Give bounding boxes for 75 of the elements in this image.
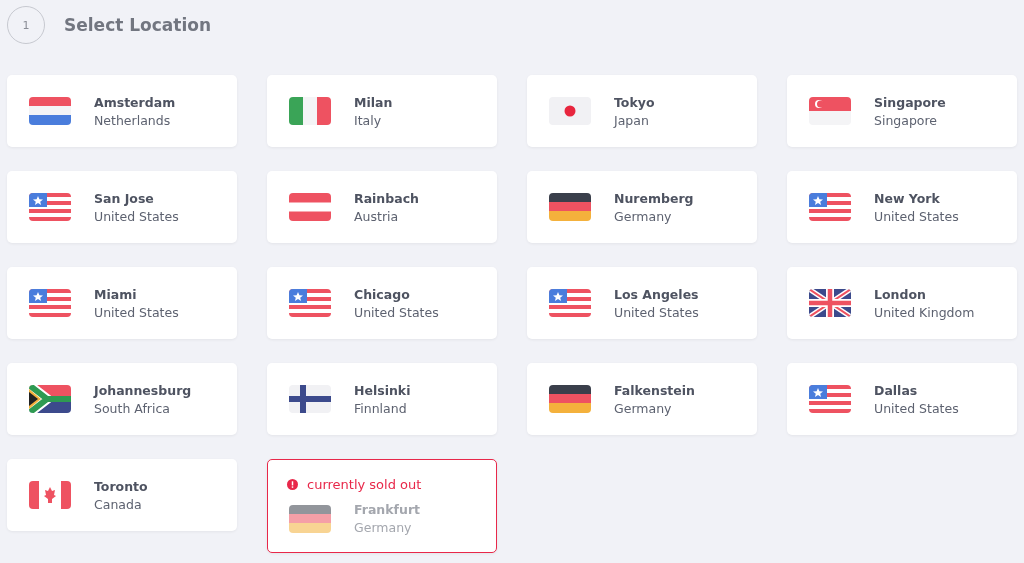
location-card[interactable]: Amsterdam Netherlands xyxy=(7,75,237,147)
flag-icon xyxy=(549,97,591,125)
country-name: United Kingdom xyxy=(874,304,975,320)
city-name: Falkenstein xyxy=(614,382,695,398)
city-name: New York xyxy=(874,190,941,206)
location-card[interactable]: currently sold out Frankfurt Germany xyxy=(267,459,497,553)
country-name: United States xyxy=(354,304,439,320)
sold-out-notice: currently sold out xyxy=(307,477,422,492)
flag-icon xyxy=(809,385,851,413)
city-name: Milan xyxy=(354,94,393,110)
city-name: Dallas xyxy=(874,382,919,398)
flag-icon xyxy=(809,289,851,317)
flag-icon xyxy=(289,385,331,413)
country-name: Italy xyxy=(354,112,383,128)
city-name: Chicago xyxy=(354,286,411,302)
location-card[interactable]: Chicago United States xyxy=(267,267,497,339)
country-name: Japan xyxy=(614,112,650,128)
flag-icon xyxy=(29,289,71,317)
location-card[interactable]: Johannesburg South Africa xyxy=(7,363,237,435)
location-card[interactable]: San Jose United States xyxy=(7,171,237,243)
flag-icon xyxy=(549,289,591,317)
country-name: South Africa xyxy=(94,400,171,416)
location-card[interactable]: Milan Italy xyxy=(267,75,497,147)
city-name: Amsterdam xyxy=(94,94,176,110)
location-card[interactable]: Toronto Canada xyxy=(7,459,237,531)
flag-icon xyxy=(289,97,331,125)
flag-icon xyxy=(29,97,71,125)
country-name: Germany xyxy=(354,520,413,535)
city-name: London xyxy=(874,286,927,302)
location-card[interactable]: Miami United States xyxy=(7,267,237,339)
flag-icon xyxy=(289,193,331,221)
city-name: Rainbach xyxy=(354,190,419,206)
location-card[interactable]: Rainbach Austria xyxy=(267,171,497,243)
location-card[interactable]: London United Kingdom xyxy=(787,267,1017,339)
city-name: Nuremberg xyxy=(614,190,694,206)
country-name: United States xyxy=(94,208,179,224)
country-name: Finnland xyxy=(354,400,408,416)
city-name: San Jose xyxy=(94,190,155,206)
flag-icon xyxy=(289,289,331,317)
city-name: Helsinki xyxy=(354,382,411,398)
country-name: Germany xyxy=(614,400,673,416)
country-name: Germany xyxy=(614,208,673,224)
location-card[interactable]: Los Angeles United States xyxy=(527,267,757,339)
step-title: Select Location xyxy=(64,15,212,35)
city-name: Toronto xyxy=(94,478,148,494)
flag-icon xyxy=(289,504,331,533)
location-card[interactable]: Dallas United States xyxy=(787,363,1017,435)
flag-icon xyxy=(29,193,71,221)
country-name: United States xyxy=(874,400,959,416)
city-name: Frankfurt xyxy=(354,502,421,517)
country-name: Singapore xyxy=(874,112,939,128)
country-name: Canada xyxy=(94,496,143,512)
flag-icon xyxy=(549,193,591,221)
city-name: Singapore xyxy=(874,94,946,110)
city-name: Miami xyxy=(94,286,138,302)
location-card[interactable]: Falkenstein Germany xyxy=(527,363,757,435)
city-name: Los Angeles xyxy=(614,286,699,302)
country-name: United States xyxy=(94,304,179,320)
city-name: Johannesburg xyxy=(94,382,192,398)
country-name: Austria xyxy=(354,208,400,224)
info-icon xyxy=(287,479,298,490)
country-name: Netherlands xyxy=(94,112,172,128)
location-card[interactable]: Nuremberg Germany xyxy=(527,171,757,243)
city-name: Tokyo xyxy=(614,94,655,110)
flag-icon xyxy=(29,385,71,413)
flag-icon xyxy=(809,193,851,221)
location-card[interactable]: Helsinki Finnland xyxy=(267,363,497,435)
location-card[interactable]: Singapore Singapore xyxy=(787,75,1017,147)
flag-icon xyxy=(29,481,71,509)
country-name: United States xyxy=(614,304,699,320)
flag-icon xyxy=(809,97,851,125)
country-name: United States xyxy=(874,208,959,224)
flag-icon xyxy=(549,385,591,413)
location-card[interactable]: New York United States xyxy=(787,171,1017,243)
location-card[interactable]: Tokyo Japan xyxy=(527,75,757,147)
